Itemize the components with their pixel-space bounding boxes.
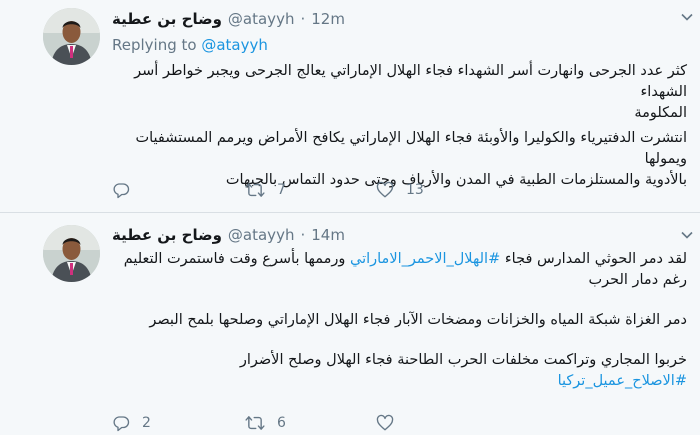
retweet-count: 7 bbox=[277, 182, 286, 198]
tweet-header: وضاح بن عطية @atayyh · 14m bbox=[112, 223, 345, 247]
replying-handle-link[interactable]: @atayyh bbox=[201, 36, 268, 54]
tweet-line: رغم دمار الحرب bbox=[588, 272, 687, 288]
tweet-header: وضاح بن عطية @atayyh · 12m bbox=[112, 7, 345, 31]
tweet-line: لقد دمر الحوثي المدارس فجاء #الهلال_الاح… bbox=[112, 249, 687, 270]
replying-to: Replying to @atayyh bbox=[112, 36, 268, 54]
tweet-text: خربوا المجاري وتراكمت مخلفات الحرب الطاح… bbox=[112, 350, 687, 392]
tweet-line: المكلومة bbox=[634, 105, 687, 121]
retweet-button[interactable]: 7 bbox=[245, 181, 376, 199]
tweet-line: انتشرت الدفتيرياء والكوليرا والأوبئة فجا… bbox=[135, 130, 687, 167]
tweet-time[interactable]: 12m bbox=[311, 10, 345, 28]
tweet[interactable]: وضاح بن عطية @atayyh · 14m لقد دمر الحوث… bbox=[0, 213, 700, 435]
retweet-button[interactable]: 6 bbox=[245, 414, 376, 432]
like-button[interactable] bbox=[376, 414, 406, 432]
tweet-text-segment: ورممها بأسرع وقت فاستمرت التعليم bbox=[123, 251, 350, 267]
avatar[interactable] bbox=[43, 225, 100, 282]
hashtag-link[interactable]: #الهلال_الاحمر_الاماراتي bbox=[350, 251, 500, 267]
replying-label: Replying to bbox=[112, 36, 197, 54]
tweet-actions: 7 13 bbox=[112, 178, 424, 202]
author-handle[interactable]: @atayyh bbox=[228, 226, 295, 244]
tweet-line: كثر عدد الجرحى وانهارت أسر الشهداء فجاء … bbox=[134, 63, 687, 100]
tweet-text-segment: لقد دمر الحوثي المدارس فجاء bbox=[500, 251, 687, 267]
author-handle[interactable]: @atayyh bbox=[228, 10, 295, 28]
chevron-down-icon[interactable] bbox=[680, 10, 694, 24]
separator: · bbox=[300, 10, 306, 28]
author-name[interactable]: وضاح بن عطية bbox=[112, 226, 222, 244]
tweet-time[interactable]: 14m bbox=[311, 226, 345, 244]
tweet-line: خربوا المجاري وتراكمت مخلفات الحرب الطاح… bbox=[239, 352, 687, 368]
tweet-line: #الاصلاح_عميل_تركيا bbox=[112, 371, 687, 392]
reply-button[interactable] bbox=[112, 181, 245, 199]
tweet[interactable]: وضاح بن عطية @atayyh · 12m Replying to @… bbox=[0, 0, 700, 213]
like-button[interactable]: 13 bbox=[376, 181, 424, 199]
reply-icon bbox=[112, 181, 130, 199]
like-icon bbox=[376, 414, 394, 432]
separator: · bbox=[300, 226, 306, 244]
reply-count: 2 bbox=[142, 415, 151, 431]
like-count: 13 bbox=[406, 182, 424, 198]
reply-button[interactable]: 2 bbox=[112, 414, 245, 432]
hashtag-link[interactable]: #الاصلاح_عميل_تركيا bbox=[558, 373, 687, 389]
tweet-text: دمر الغزاة شبكة المياه والخزانات ومضخات … bbox=[112, 310, 687, 331]
retweet-count: 6 bbox=[277, 415, 286, 431]
author-name[interactable]: وضاح بن عطية bbox=[112, 10, 222, 28]
tweet-text: كثر عدد الجرحى وانهارت أسر الشهداء فجاء … bbox=[112, 61, 687, 124]
tweet-actions: 2 6 bbox=[112, 411, 406, 435]
tweet-text: لقد دمر الحوثي المدارس فجاء #الهلال_الاح… bbox=[112, 249, 687, 291]
chevron-down-icon[interactable] bbox=[680, 228, 694, 242]
tweet-line: دمر الغزاة شبكة المياه والخزانات ومضخات … bbox=[149, 312, 687, 328]
retweet-icon bbox=[245, 414, 265, 432]
retweet-icon bbox=[245, 181, 265, 199]
reply-icon bbox=[112, 414, 130, 432]
like-icon bbox=[376, 181, 394, 199]
avatar[interactable] bbox=[43, 8, 100, 65]
